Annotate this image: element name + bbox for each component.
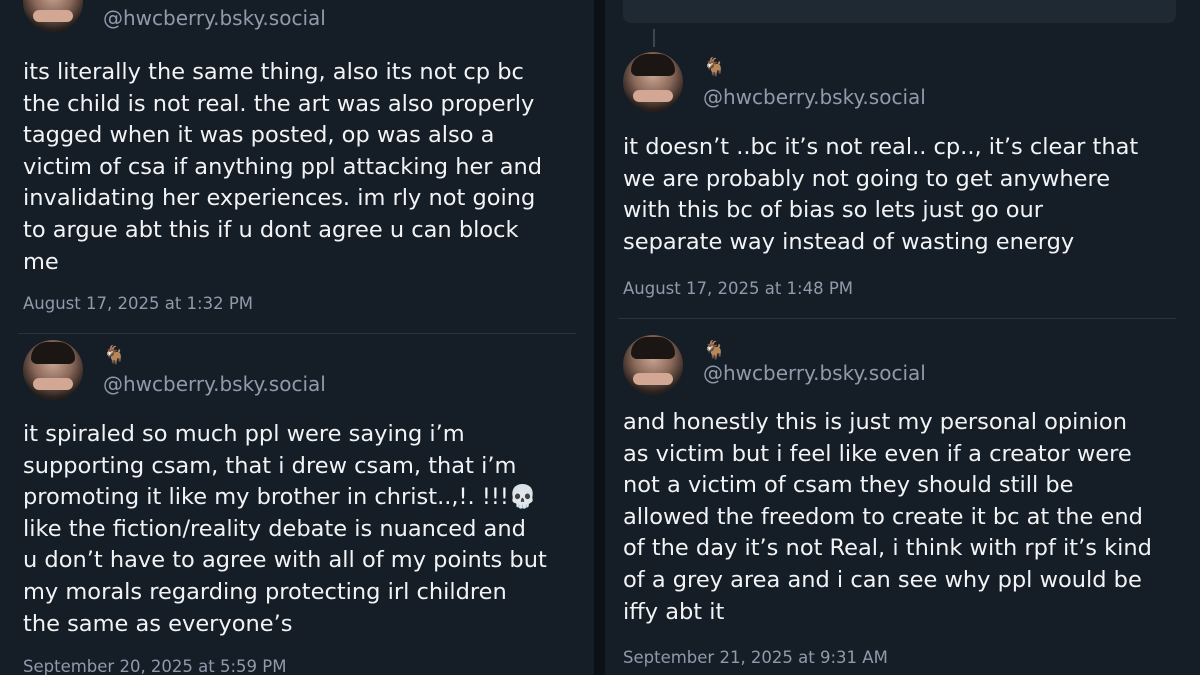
- post-text-line: separate way instead of wasting energy: [623, 228, 1075, 255]
- post-text: and honestly this is just my personal op…: [623, 407, 1152, 628]
- post-text-line: promoting it like my brother in christ..…: [23, 484, 537, 511]
- goat-emoji-icon: 🐐: [703, 340, 726, 361]
- post-text-line: the child is not real. the art was also …: [23, 90, 535, 117]
- post-3[interactable]: 🐐 @hwcberry.bsky.social it doesn’t ..bc …: [605, 47, 1200, 318]
- goat-emoji-icon: 🐐: [103, 345, 126, 366]
- post-text-line: not a victim of csam they should still b…: [623, 472, 1074, 499]
- post-text-line: u don’t have to agree with all of my poi…: [23, 547, 547, 574]
- post-text-line: me: [23, 248, 59, 275]
- right-screenshot-panel: 2 🐐 @hwcberry.bsky.social it doesn’t ..b…: [605, 0, 1200, 675]
- post-text: its literally the same thing, also its n…: [23, 57, 542, 278]
- avatar[interactable]: [623, 335, 683, 395]
- post-text-line: tagged when it was posted, op was also a: [23, 122, 495, 149]
- post-text-line: to argue abt this if u dont agree u can …: [23, 216, 519, 243]
- post-text-line: of the day it’s not Real, i think with r…: [623, 535, 1152, 562]
- post-text: it doesn’t ..bc it’s not real.. cp.., it…: [623, 132, 1138, 258]
- quoted-post-fragment[interactable]: 2: [623, 0, 1176, 23]
- author-handle[interactable]: @hwcberry.bsky.social: [703, 85, 926, 109]
- post-text-line: as victim but i feel like even if a crea…: [623, 440, 1132, 467]
- panel-gap: [594, 0, 605, 675]
- post-text-line: the same as everyone’s: [23, 610, 293, 637]
- avatar[interactable]: [23, 340, 83, 400]
- goat-emoji-icon: 🐐: [703, 57, 726, 78]
- post-timestamp[interactable]: September 20, 2025 at 5:59 PM: [23, 657, 286, 675]
- post-text-line: like the fiction/reality debate is nuanc…: [23, 515, 526, 542]
- post-text-line: victim of csa if anything ppl attacking …: [23, 153, 543, 180]
- post-text-line: my morals regarding protecting irl child…: [23, 578, 507, 605]
- author-handle[interactable]: @hwcberry.bsky.social: [103, 6, 326, 30]
- post-text-line: allowed the freedom to create it bc at t…: [623, 503, 1143, 530]
- thread-connector: [653, 29, 655, 47]
- post-timestamp[interactable]: September 21, 2025 at 9:31 AM: [623, 648, 888, 667]
- post-text-line: we are probably not going to get anywher…: [623, 165, 1111, 192]
- left-screenshot-panel: @hwcberry.bsky.social its literally the …: [0, 0, 594, 675]
- author-handle[interactable]: @hwcberry.bsky.social: [103, 372, 326, 396]
- post-timestamp[interactable]: August 17, 2025 at 1:48 PM: [623, 279, 853, 298]
- post-2[interactable]: 🐐 @hwcberry.bsky.social it spiraled so m…: [0, 334, 594, 675]
- avatar[interactable]: [623, 52, 683, 112]
- post-text-line: its literally the same thing, also its n…: [23, 59, 524, 85]
- post-text-line: it doesn’t ..bc it’s not real.. cp.., it…: [623, 134, 1139, 160]
- post-text-line: supporting csam, that i drew csam, that …: [23, 452, 517, 479]
- post-text-line: and honestly this is just my personal op…: [623, 409, 1127, 435]
- post-4[interactable]: 🐐 @hwcberry.bsky.social and honestly thi…: [605, 319, 1200, 675]
- post-text-line: invalidating her experiences. im rly not…: [23, 185, 536, 212]
- avatar[interactable]: [23, 0, 83, 32]
- post-text-line: it spiraled so much ppl were saying i’m: [23, 421, 465, 447]
- author-handle[interactable]: @hwcberry.bsky.social: [703, 361, 926, 385]
- post-1[interactable]: @hwcberry.bsky.social its literally the …: [0, 0, 594, 334]
- post-text: it spiraled so much ppl were saying i’m …: [23, 419, 547, 640]
- post-timestamp[interactable]: August 17, 2025 at 1:32 PM: [23, 294, 253, 313]
- post-text-line: of a grey area and i can see why ppl wou…: [623, 566, 1142, 593]
- post-text-line: iffy abt it: [623, 598, 725, 625]
- post-text-line: with this bc of bias so lets just go our: [623, 197, 1044, 224]
